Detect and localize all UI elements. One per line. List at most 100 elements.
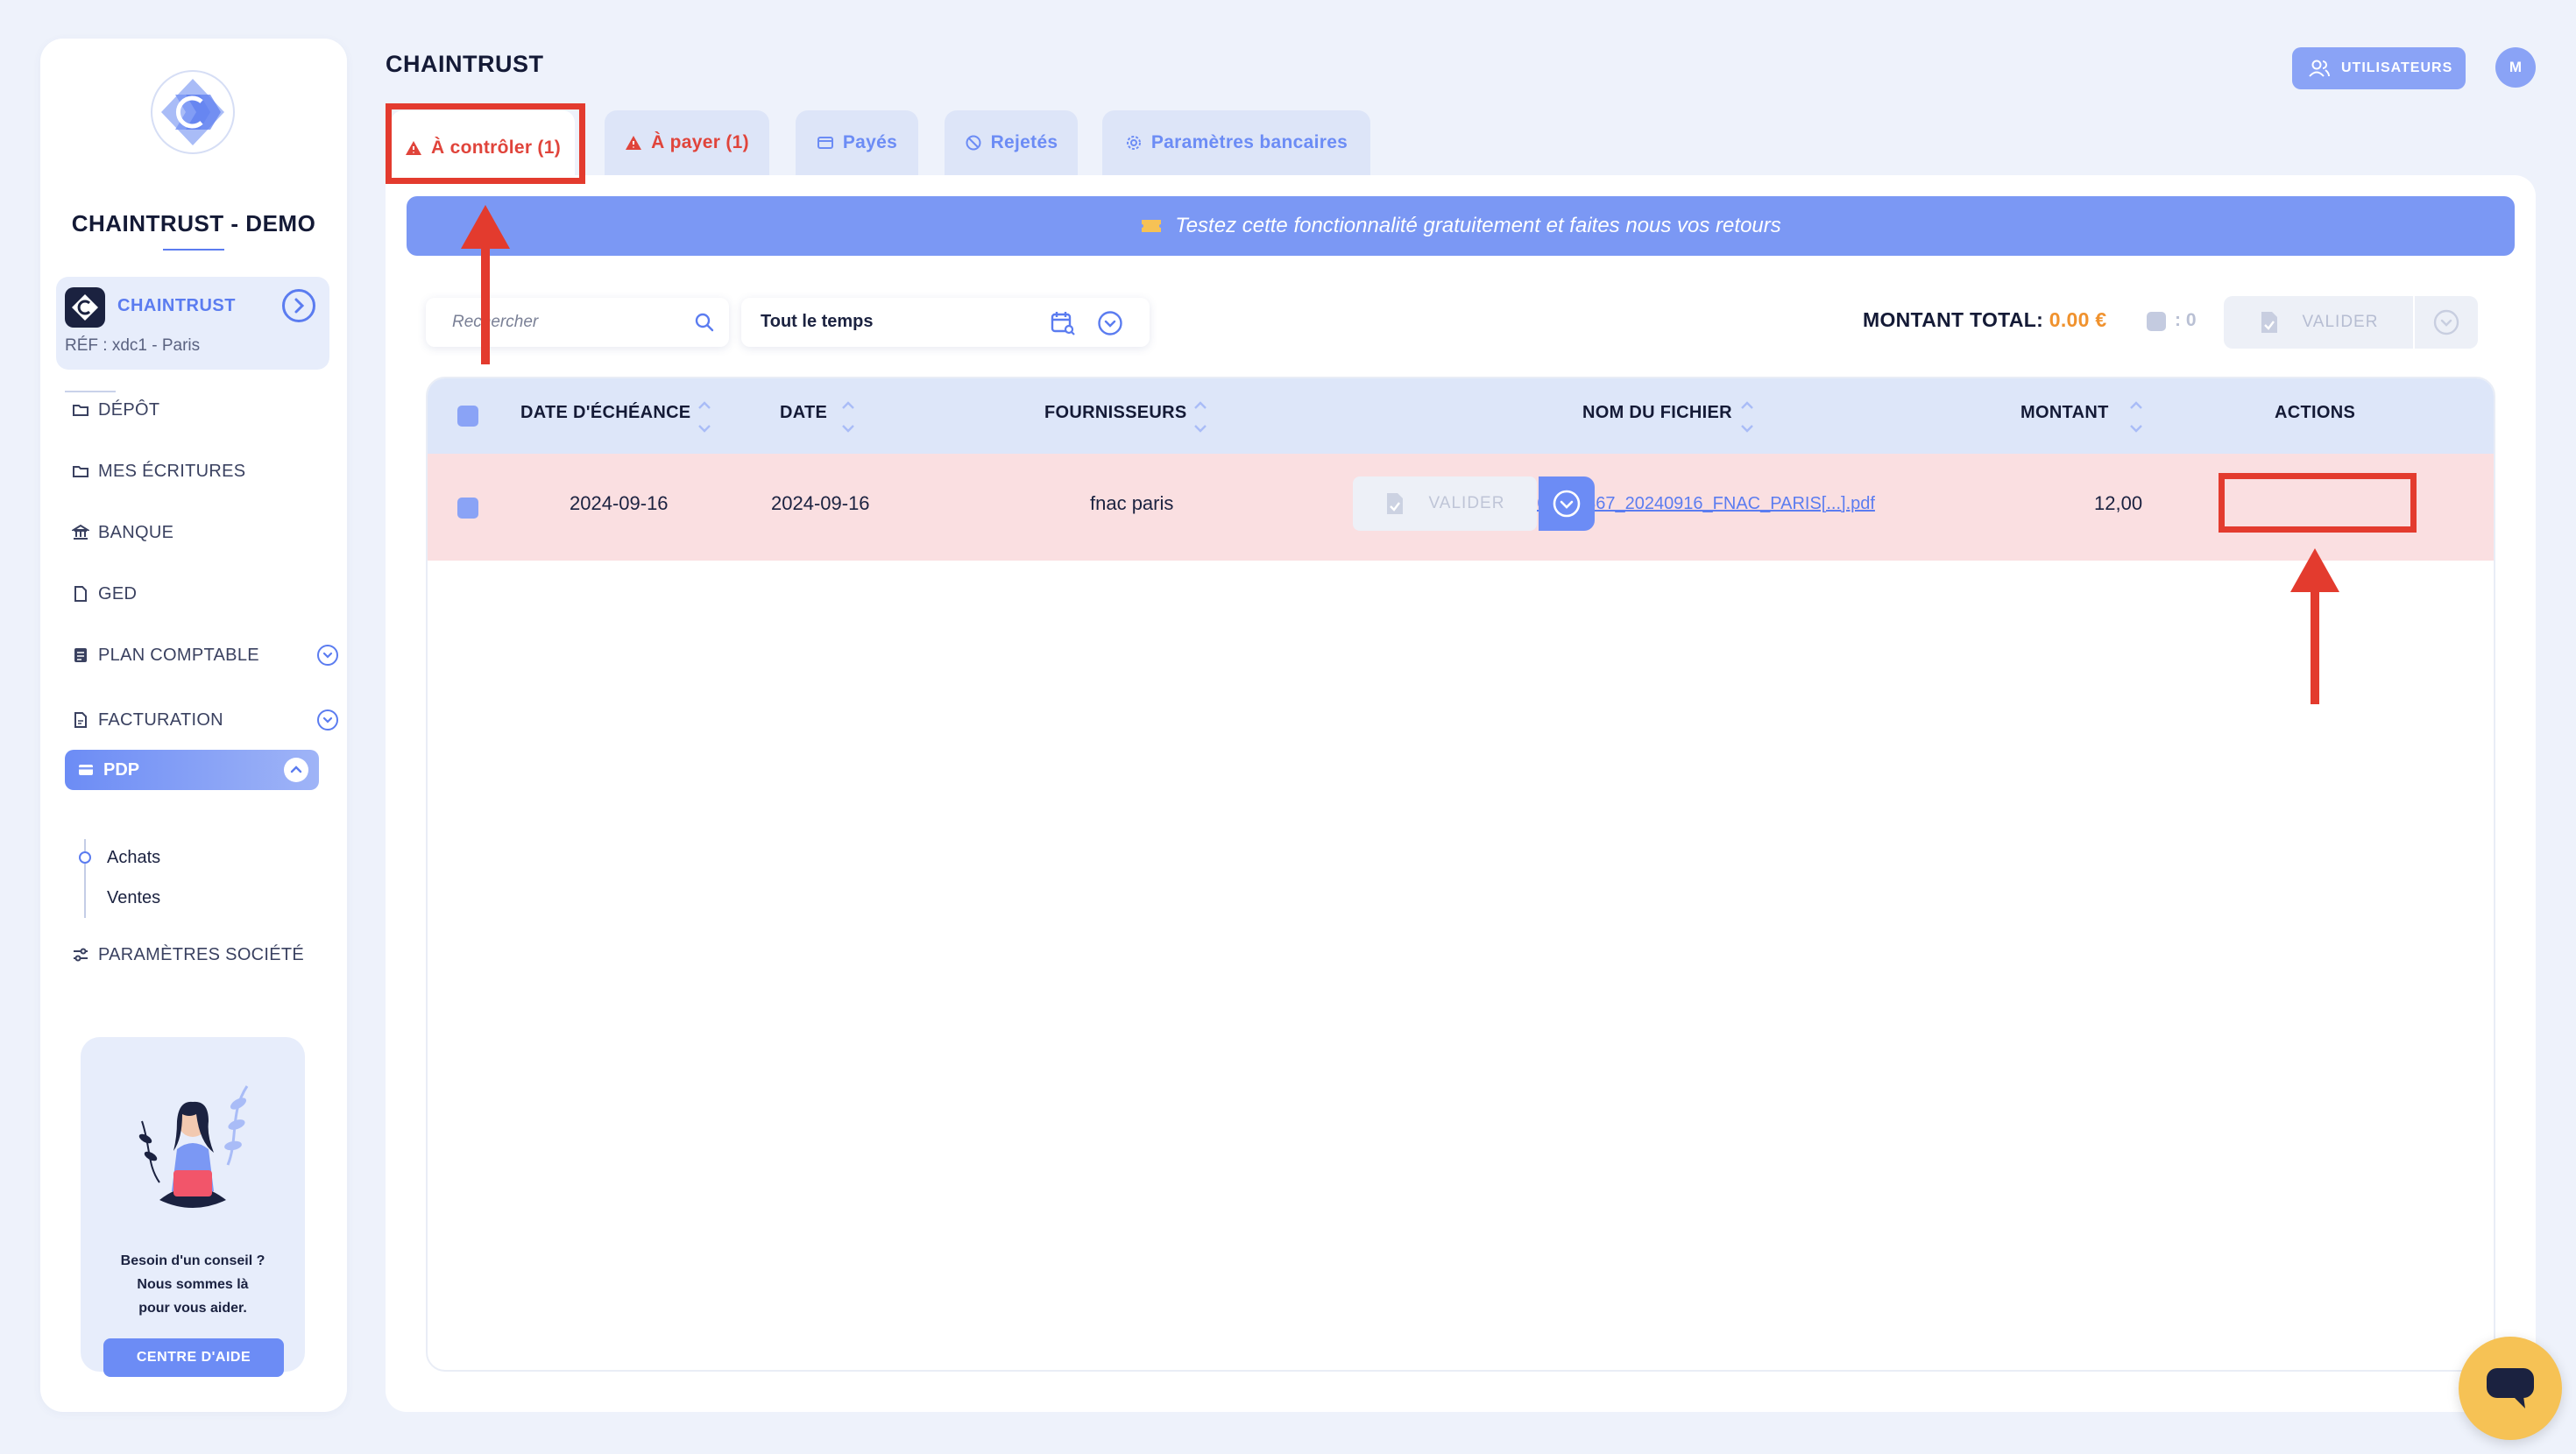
column-header-file-name[interactable]: NOM DU FICHIER <box>1582 403 1732 423</box>
chevron-down-icon[interactable] <box>1097 310 1123 336</box>
sort-icon[interactable] <box>696 396 713 438</box>
selected-checkbox-indicator <box>2147 312 2166 331</box>
row-checkbox[interactable] <box>457 498 478 519</box>
help-card: Besoin d'un conseil ? Nous sommes là pou… <box>81 1037 305 1377</box>
selected-count: : 0 <box>2175 310 2197 330</box>
invoices-table: DATE D'ÉCHÉANCE DATE FOURNISSEURS NOM DU… <box>426 377 2495 1372</box>
help-line: Besoin d'un conseil ? <box>120 1253 265 1268</box>
highlight-box-validate <box>2219 473 2417 533</box>
chat-bubble-icon <box>2487 1368 2534 1408</box>
chevron-up-icon[interactable] <box>284 758 308 782</box>
submenu-active-dot <box>79 851 91 864</box>
sidebar-item-label: DÉPÔT <box>98 399 160 420</box>
help-line: pour vous aider. <box>138 1301 247 1316</box>
client-name: CHAINTRUST <box>117 296 236 315</box>
sort-icon[interactable] <box>1738 396 1756 438</box>
help-text: Besoin d'un conseil ? Nous sommes là pou… <box>81 1249 305 1320</box>
folder-icon <box>73 405 88 416</box>
document-check-icon <box>1386 493 1403 514</box>
column-header-amount[interactable]: MONTANT <box>2020 403 2109 423</box>
users-button[interactable]: UTILISATEURS <box>2292 47 2466 89</box>
cell-supplier: fnac paris <box>1090 492 1174 514</box>
sort-icon[interactable] <box>839 396 857 438</box>
card-icon <box>79 765 93 775</box>
client-card[interactable]: CHAINTRUST RÉF : xdc1 - Paris <box>56 277 329 370</box>
page-title: CHAINTRUST <box>386 51 544 77</box>
client-ref: RÉF : xdc1 - Paris <box>65 336 201 355</box>
client-open-chevron-icon[interactable] <box>282 289 315 322</box>
total-amount: MONTANT TOTAL: 0.00 € <box>1863 308 2107 332</box>
user-avatar[interactable]: M <box>2495 47 2536 88</box>
chevron-down-icon <box>2433 309 2459 335</box>
help-line: Nous sommes là <box>137 1277 249 1292</box>
annotation-arrow-up-icon <box>2290 548 2339 704</box>
chaintrust-logo <box>149 68 237 156</box>
row-validate-button[interactable]: VALIDER <box>1353 476 1537 531</box>
select-all-checkbox[interactable] <box>457 406 478 427</box>
chevron-down-icon[interactable] <box>317 645 338 666</box>
ledger-icon <box>74 648 87 662</box>
document-icon <box>74 586 87 602</box>
sidebar-item-label: PDP <box>103 759 140 780</box>
users-button-label: UTILISATEURS <box>2341 60 2453 75</box>
chevron-down-icon[interactable] <box>317 709 338 731</box>
column-header-date[interactable]: DATE <box>780 403 827 423</box>
sort-icon[interactable] <box>2127 396 2145 438</box>
users-icon <box>2309 60 2330 77</box>
highlight-box-tab <box>386 103 585 184</box>
sidebar-item-ged[interactable]: GED <box>72 576 137 611</box>
cell-amount: 12,00 <box>2094 492 2143 514</box>
table-row[interactable]: 2024-09-16 2024-09-16 fnac paris B000000… <box>428 454 2494 561</box>
calendar-search-icon[interactable] <box>1050 310 1076 336</box>
sliders-icon <box>74 948 88 962</box>
help-center-button[interactable]: CENTRE D'AIDE <box>103 1338 284 1377</box>
period-select[interactable]: Tout le temps <box>741 298 1150 347</box>
sidebar-item-pdp[interactable]: PDP <box>65 750 319 790</box>
sidebar: CHAINTRUST - DEMO CHAINTRUST RÉF : xdc1 … <box>40 39 347 1412</box>
trial-banner: Testez cette fonctionnalité gratuitement… <box>407 196 2515 256</box>
sort-icon[interactable] <box>1192 396 1209 438</box>
tab-payes[interactable]: Payés <box>796 110 918 175</box>
sidebar-item-depot[interactable]: DÉPÔT <box>72 392 159 427</box>
tab-rejetes[interactable]: Rejetés <box>945 110 1078 175</box>
column-header-suppliers[interactable]: FOURNISSEURS <box>1044 403 1187 423</box>
bulk-validate-dropdown[interactable] <box>2415 296 2478 349</box>
total-amount-value: 0.00 € <box>2049 308 2107 331</box>
sidebar-item-label: MES ÉCRITURES <box>98 461 246 481</box>
chat-widget-button[interactable] <box>2459 1337 2562 1440</box>
tab-label: Paramètres bancaires <box>1150 132 1348 152</box>
ticket-icon <box>1142 220 1162 232</box>
company-name: CHAINTRUST - DEMO <box>71 210 316 236</box>
sidebar-item-facturation[interactable]: FACTURATION <box>72 702 343 738</box>
card-icon <box>817 137 833 149</box>
tab-a-payer[interactable]: À payer (1) <box>605 110 769 175</box>
company-underline <box>163 249 224 251</box>
cell-due-date: 2024-09-16 <box>570 492 669 514</box>
invoice-icon <box>74 712 87 728</box>
row-validate-label: VALIDER <box>1428 494 1505 512</box>
folder-icon <box>73 466 88 477</box>
column-header-due-date[interactable]: DATE D'ÉCHÉANCE <box>520 403 690 423</box>
sidebar-item-banque[interactable]: BANQUE <box>72 515 173 550</box>
column-header-actions: ACTIONS <box>2275 403 2356 422</box>
cell-date: 2024-09-16 <box>771 492 870 514</box>
chevron-down-icon <box>1553 490 1581 518</box>
period-select-value: Tout le temps <box>761 312 874 331</box>
total-amount-label: MONTANT TOTAL: <box>1863 308 2044 331</box>
sidebar-subitem-ventes[interactable]: Ventes <box>107 888 160 908</box>
bulk-validate-button[interactable]: VALIDER <box>2224 296 2413 349</box>
warning-icon <box>626 136 642 150</box>
sidebar-item-mes-ecritures[interactable]: MES ÉCRITURES <box>72 454 245 489</box>
sidebar-subitem-achats[interactable]: Achats <box>107 848 160 868</box>
sidebar-item-label: BANQUE <box>98 522 174 542</box>
sidebar-item-parametres-societe[interactable]: PARAMÈTRES SOCIÉTÉ <box>72 937 304 972</box>
bulk-validate-label: VALIDER <box>2302 313 2379 331</box>
sidebar-item-plan-comptable[interactable]: PLAN COMPTABLE <box>72 638 343 673</box>
banner-text: Testez cette fonctionnalité gratuitement… <box>1175 214 1781 237</box>
row-actions-dropdown[interactable] <box>1539 476 1595 531</box>
search-icon[interactable] <box>694 312 715 333</box>
sidebar-item-label: GED <box>98 583 138 603</box>
bank-icon <box>72 524 89 540</box>
tab-label: À payer (1) <box>651 132 749 152</box>
tab-parametres-bancaires[interactable]: Paramètres bancaires <box>1102 110 1370 175</box>
